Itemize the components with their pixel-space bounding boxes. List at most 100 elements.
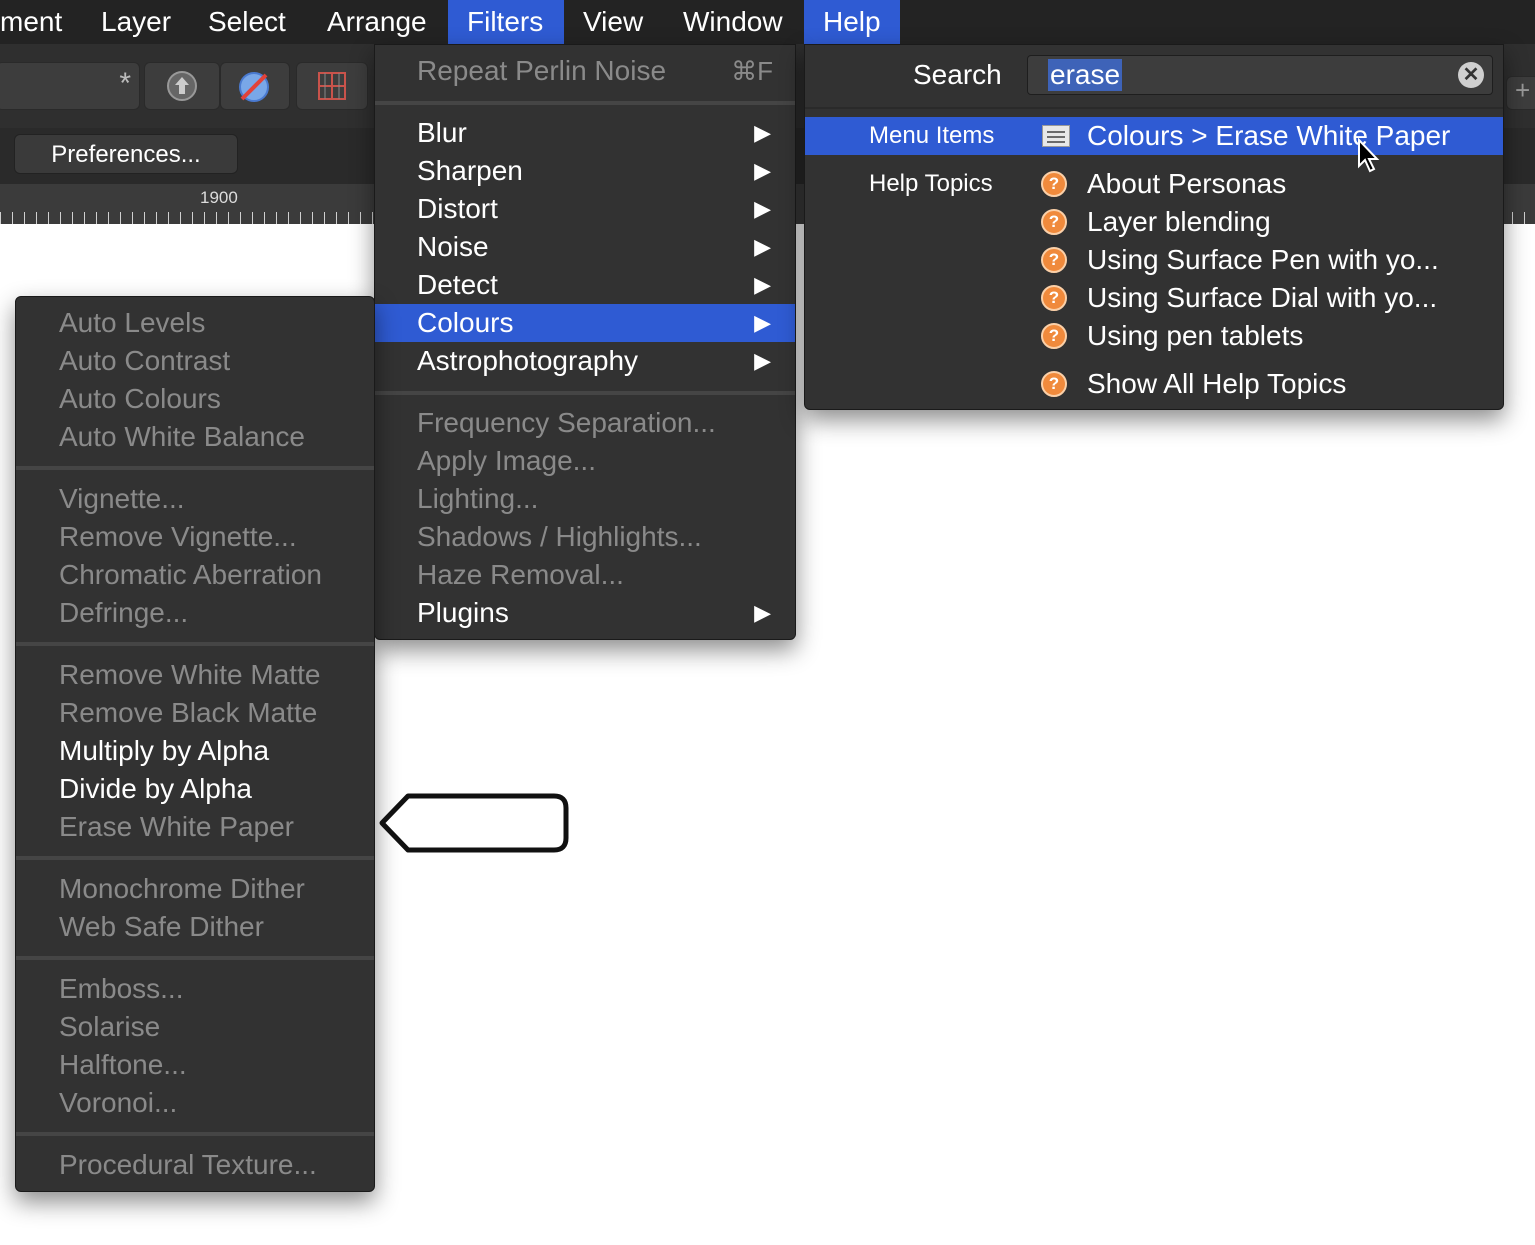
menu-separator bbox=[16, 642, 374, 646]
filters-menu: Repeat Perlin Noise ⌘F Blur ▶ Sharpen ▶ Di… bbox=[374, 44, 796, 640]
asterisk-icon: * bbox=[119, 67, 131, 100]
preferences-button[interactable]: Preferences... bbox=[14, 134, 238, 174]
colours-submenu: Auto Levels Auto Contrast Auto Colours A… bbox=[15, 296, 375, 1192]
menu-item-web-safe-dither: Web Safe Dither bbox=[59, 911, 264, 942]
search-input[interactable]: erase ✕ bbox=[1027, 55, 1493, 95]
menu-item-lighting: Lighting... bbox=[417, 483, 539, 514]
no-symbol-icon bbox=[239, 72, 269, 102]
menu-item-halftone: Halftone... bbox=[59, 1049, 187, 1080]
menu-item-noise[interactable]: Noise ▶ bbox=[375, 228, 795, 266]
menu-separator bbox=[16, 466, 374, 470]
menu-item-auto-contrast: Auto Contrast bbox=[59, 345, 231, 376]
menu-arrange[interactable]: Arrange bbox=[308, 0, 446, 44]
search-label: Search bbox=[913, 59, 1002, 90]
menu-item-auto-colours: Auto Colours bbox=[59, 383, 221, 414]
menu-item-emboss: Emboss... bbox=[59, 973, 184, 1004]
menu-item-frequency-separation: Frequency Separation... bbox=[417, 407, 716, 438]
help-topic-icon: ? bbox=[1041, 247, 1067, 273]
help-topic-row[interactable]: ? Using Surface Pen with yo... bbox=[805, 241, 1503, 279]
menu-bar: ment Layer Select Arrange Filters View W… bbox=[0, 0, 1535, 44]
show-all-help-topics[interactable]: ? Show All Help Topics bbox=[805, 365, 1503, 403]
menu-separator bbox=[16, 1132, 374, 1136]
grid-icon bbox=[318, 72, 346, 100]
clear-search-icon[interactable]: ✕ bbox=[1458, 62, 1484, 88]
menu-separator bbox=[16, 856, 374, 860]
menu-separator bbox=[375, 391, 795, 395]
menu-filters[interactable]: Filters bbox=[448, 0, 564, 44]
menu-item-erase-white-paper: Erase White Paper bbox=[59, 811, 294, 842]
help-topic-row[interactable]: Help Topics ? About Personas bbox=[805, 165, 1503, 203]
menu-item-distort[interactable]: Distort ▶ bbox=[375, 190, 795, 228]
menu-item-sharpen[interactable]: Sharpen ▶ bbox=[375, 152, 795, 190]
submenu-arrow-icon: ▶ bbox=[754, 120, 771, 145]
menu-help[interactable]: Help bbox=[804, 0, 900, 44]
menu-item-icon bbox=[1042, 125, 1070, 147]
help-topic-label: Using Surface Dial with yo... bbox=[1087, 282, 1438, 313]
help-topic-label: Using pen tablets bbox=[1087, 320, 1304, 351]
upload-button[interactable] bbox=[144, 62, 220, 110]
menu-item-blur[interactable]: Blur ▶ bbox=[375, 114, 795, 152]
help-topic-icon: ? bbox=[1041, 171, 1067, 197]
grid-button[interactable] bbox=[296, 62, 368, 110]
menu-item-remove-vignette: Remove Vignette... bbox=[59, 521, 297, 552]
menu-item-defringe: Defringe... bbox=[59, 597, 189, 628]
help-topic-icon: ? bbox=[1041, 285, 1067, 311]
menu-item-remove-white-matte: Remove White Matte bbox=[59, 659, 321, 690]
menu-item-voronoi: Voronoi... bbox=[59, 1087, 178, 1118]
help-topic-icon: ? bbox=[1041, 323, 1067, 349]
help-topic-label: Layer blending bbox=[1087, 206, 1271, 237]
menu-item-monochrome-dither: Monochrome Dither bbox=[59, 873, 305, 904]
menu-item-astrophotography[interactable]: Astrophotography ▶ bbox=[375, 342, 795, 380]
help-topic-row[interactable]: ? Using pen tablets bbox=[805, 317, 1503, 355]
menu-item-divide-by-alpha[interactable]: Divide by Alpha bbox=[16, 770, 374, 808]
search-result-menu-item[interactable]: Menu Items Colours > Erase White Paper bbox=[805, 117, 1503, 155]
help-topic-icon: ? bbox=[1041, 209, 1067, 235]
help-topic-label: About Personas bbox=[1087, 168, 1287, 199]
menu-separator bbox=[16, 956, 374, 960]
submenu-arrow-icon: ▶ bbox=[754, 310, 771, 335]
menu-item-remove-black-matte: Remove Black Matte bbox=[59, 697, 318, 728]
menu-item-plugins[interactable]: Plugins ▶ bbox=[375, 594, 795, 632]
menu-select[interactable]: Select bbox=[189, 0, 305, 44]
submenu-arrow-icon: ▶ bbox=[754, 348, 771, 373]
section-label-menu-items: Menu Items bbox=[869, 122, 995, 149]
menu-item-chromatic-aberration: Chromatic Aberration bbox=[59, 559, 323, 590]
menu-item-detect[interactable]: Detect ▶ bbox=[375, 266, 795, 304]
mouse-cursor-icon bbox=[1358, 138, 1380, 173]
menu-layer[interactable]: Layer bbox=[82, 0, 190, 44]
help-topic-icon: ? bbox=[1041, 371, 1067, 397]
menu-item-multiply-by-alpha[interactable]: Multiply by Alpha bbox=[16, 732, 374, 770]
help-topic-row[interactable]: ? Using Surface Dial with yo... bbox=[805, 279, 1503, 317]
help-menu: Search erase ✕ Menu Items Colours > Eras… bbox=[804, 44, 1504, 410]
submenu-arrow-icon: ▶ bbox=[754, 158, 771, 183]
show-all-label: Show All Help Topics bbox=[1087, 368, 1347, 399]
submenu-arrow-icon: ▶ bbox=[754, 272, 771, 297]
menu-view[interactable]: View bbox=[564, 0, 662, 44]
section-label-help-topics: Help Topics bbox=[869, 170, 993, 197]
menu-window[interactable]: Window bbox=[664, 0, 802, 44]
submenu-arrow-icon: ▶ bbox=[754, 234, 771, 259]
help-topic-row[interactable]: ? Layer blending bbox=[805, 203, 1503, 241]
result-label: Colours > Erase White Paper bbox=[1087, 120, 1451, 151]
menu-item-colours[interactable]: Colours ▶ bbox=[375, 304, 795, 342]
help-topic-label: Using Surface Pen with yo... bbox=[1087, 244, 1439, 275]
menu-item-shadows-highlights: Shadows / Highlights... bbox=[417, 521, 702, 552]
upload-icon bbox=[167, 71, 197, 101]
submenu-arrow-icon: ▶ bbox=[754, 600, 771, 625]
menu-item-procedural-texture: Procedural Texture... bbox=[59, 1149, 317, 1180]
add-icon[interactable]: + bbox=[1506, 75, 1535, 110]
menu-separator bbox=[375, 101, 795, 105]
menu-item-auto-white-balance: Auto White Balance bbox=[59, 421, 305, 452]
menu-separator bbox=[805, 107, 1503, 109]
menu-item-vignette: Vignette... bbox=[59, 483, 185, 514]
menu-item-solarise: Solarise bbox=[59, 1011, 161, 1042]
toolbar-field[interactable]: * bbox=[0, 62, 140, 110]
menu-document[interactable]: ment bbox=[0, 0, 81, 44]
submenu-arrow-icon: ▶ bbox=[754, 196, 771, 221]
ruler-label: 1900 bbox=[200, 188, 238, 207]
menu-item-haze-removal: Haze Removal... bbox=[417, 559, 624, 590]
menu-item-auto-levels: Auto Levels bbox=[59, 307, 206, 338]
shortcut-label: ⌘F bbox=[731, 56, 773, 86]
search-input-value: erase bbox=[1048, 59, 1123, 91]
no-symbol-button[interactable] bbox=[220, 62, 290, 110]
